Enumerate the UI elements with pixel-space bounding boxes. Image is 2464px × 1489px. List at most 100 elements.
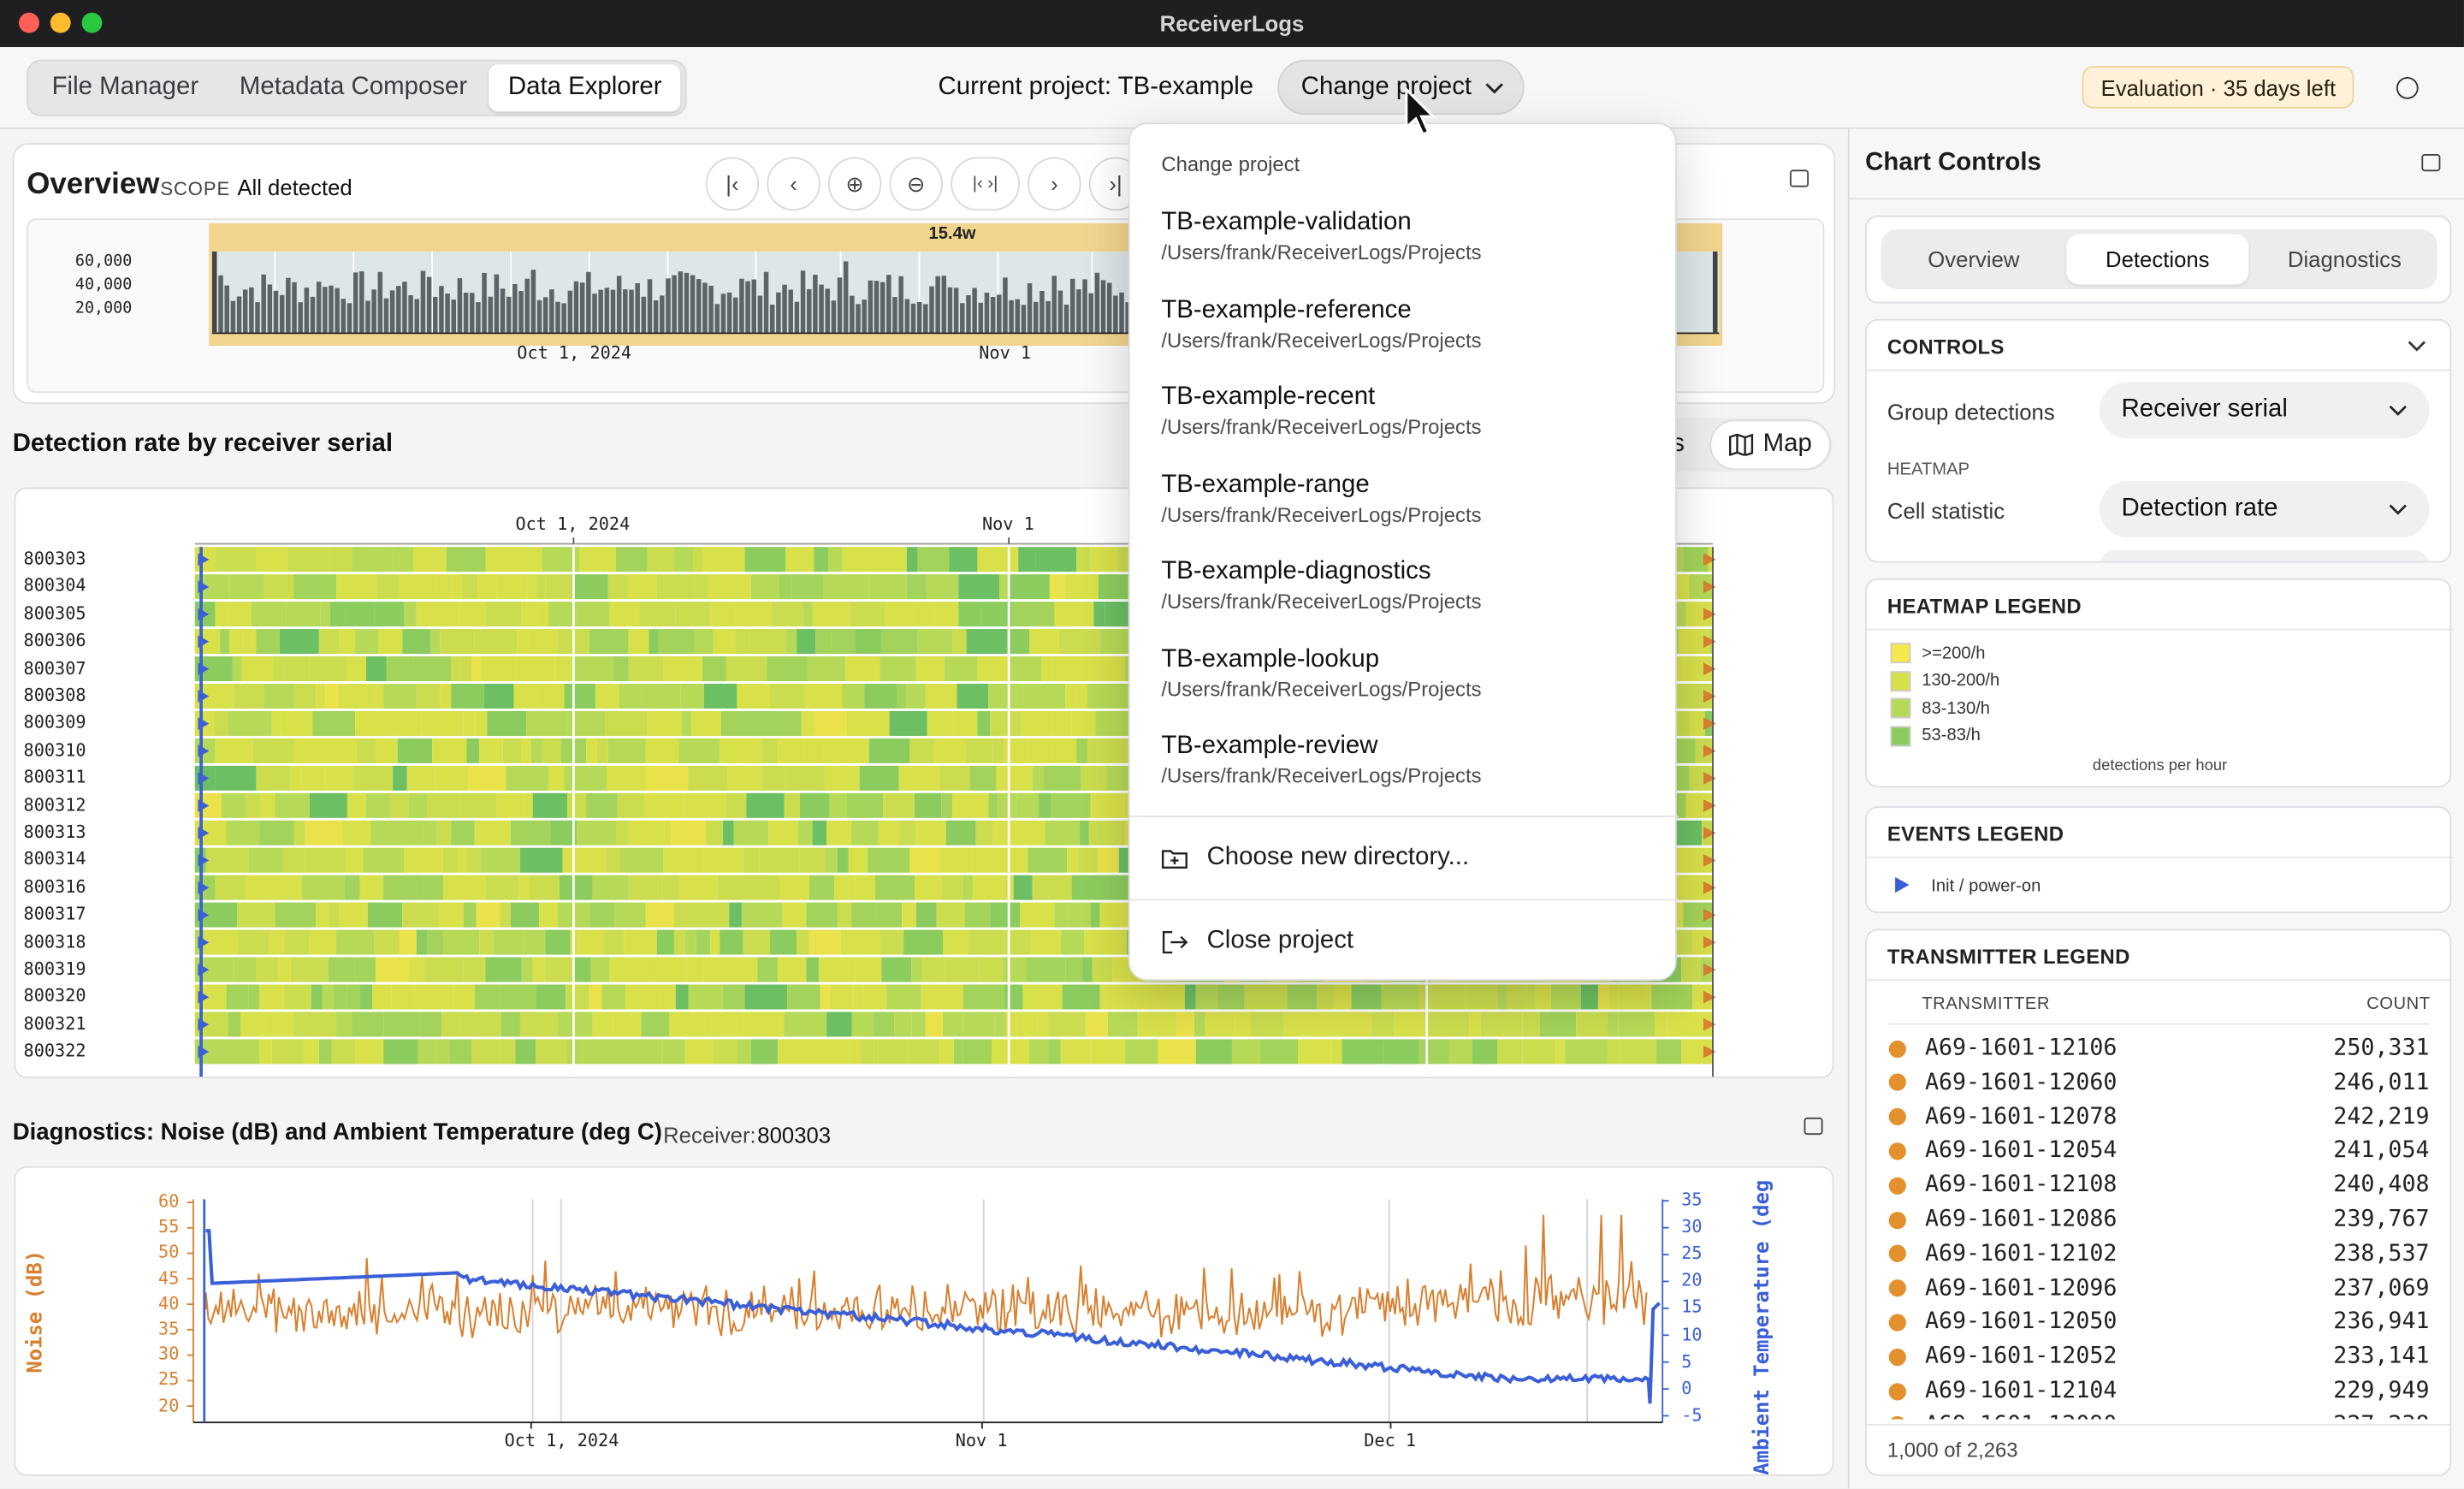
tab-detections[interactable]: Detections (2066, 234, 2249, 285)
transmitter-row[interactable]: A69-1601-12052 233,141 (1888, 1344, 2430, 1369)
histogram-bar (218, 275, 223, 334)
receiver-row-label[interactable]: 800322 (24, 1041, 86, 1061)
histogram-bar (1040, 291, 1045, 334)
tab-overview[interactable]: Overview (1881, 229, 2067, 289)
transmitter-row[interactable]: A69-1601-12108 240,408 (1888, 1173, 2430, 1198)
project-menu-item[interactable]: TB-example-diagnostics/Users/frank/Recei… (1161, 558, 1481, 613)
histogram-bar (561, 303, 566, 334)
heatmap-cell (606, 847, 621, 873)
heatmap-cell (909, 738, 933, 763)
heatmap-cell (988, 792, 998, 818)
collapse-panel-icon[interactable] (1804, 1117, 1823, 1136)
heatmap-cell (1251, 1011, 1284, 1037)
heatmap-cell (660, 984, 676, 1010)
choose-new-directory-item[interactable]: Choose new directory... (1161, 841, 1648, 875)
heatmap-cell (496, 792, 524, 818)
heatmap-cell (1317, 984, 1335, 1010)
main-nav-tabs: File Manager Metadata Composer Data Expl… (27, 59, 687, 116)
project-menu-item[interactable]: TB-example-validation/Users/frank/Receiv… (1161, 209, 1481, 264)
transmitter-row[interactable]: A69-1601-12050 236,941 (1888, 1309, 2430, 1336)
tab-diagnostics[interactable]: Diagnostics (2252, 229, 2437, 289)
collapse-panel-icon[interactable] (1790, 169, 1810, 187)
transmitter-row[interactable]: A69-1601-12054 241,054 (1888, 1138, 2430, 1164)
tab-metadata-composer[interactable]: Metadata Composer (221, 64, 486, 111)
heatmap-cell (966, 738, 993, 763)
histogram-bar (469, 293, 475, 334)
zoom-in-button[interactable]: ⊕ (827, 157, 882, 211)
minimize-window-button[interactable] (50, 12, 71, 33)
receiver-row-label[interactable]: 800314 (24, 850, 86, 870)
status-circle-icon[interactable] (2396, 76, 2419, 99)
heatmap-cell (669, 1011, 706, 1037)
histogram-bar (1057, 290, 1063, 334)
group-detections-select[interactable]: Receiver serial (2099, 382, 2430, 439)
receiver-row-label[interactable]: 800312 (24, 795, 86, 816)
next-select-partial[interactable] (2099, 549, 2430, 561)
count-column-header[interactable]: COUNT (2366, 995, 2431, 1014)
heatmap-cell (386, 656, 414, 682)
transmitter-id: A69-1601-12050 (1924, 1309, 2118, 1336)
zoom-out-button[interactable]: ⊖ (889, 157, 944, 211)
chevron-down-icon[interactable] (2408, 340, 2426, 353)
heatmap-cell (1087, 683, 1128, 709)
transmitter-row[interactable]: A69-1601-12060 246,011 (1888, 1070, 2430, 1095)
sidebar-toggle-icon[interactable] (2421, 153, 2441, 172)
receiver-row-label[interactable]: 800317 (24, 904, 86, 924)
tab-file-manager[interactable]: File Manager (33, 64, 218, 111)
histogram-bar (488, 296, 493, 334)
receiver-row-label[interactable]: 800316 (24, 877, 86, 898)
cell-statistic-select[interactable]: Detection rate (2099, 481, 2430, 538)
heatmap-cell (743, 847, 760, 873)
receiver-row-label[interactable]: 800308 (24, 685, 86, 706)
zoom-window-button[interactable] (81, 12, 103, 33)
heatmap-cell (226, 1039, 260, 1065)
fit-range-button[interactable]: |‹ ›| (951, 157, 1021, 211)
histogram-bar (880, 282, 886, 334)
go-start-button[interactable]: |‹ (705, 157, 760, 211)
heatmap-cell (722, 820, 734, 845)
receiver-row-label[interactable]: 800303 (24, 549, 86, 569)
histogram-bar (647, 279, 653, 334)
transmitter-row[interactable]: A69-1601-12102 238,537 (1888, 1241, 2430, 1267)
heatmap-cell (1029, 1039, 1049, 1065)
project-menu-item[interactable]: TB-example-recent/Users/frank/ReceiverLo… (1161, 383, 1481, 438)
transmitter-row[interactable]: A69-1601-12106 250,331 (1888, 1035, 2430, 1061)
receiver-row-label[interactable]: 800321 (24, 1013, 86, 1034)
step-back-button[interactable]: ‹ (767, 157, 820, 211)
transmitter-row[interactable]: A69-1601-12090227,238 (1888, 1413, 2430, 1420)
transmitter-row[interactable]: A69-1601-12078 242,219 (1888, 1104, 2430, 1130)
receiver-row-label[interactable]: 800319 (24, 958, 86, 979)
receiver-row-label[interactable]: 800306 (24, 631, 86, 651)
receiver-row-label[interactable]: 800318 (24, 931, 86, 952)
project-menu-item[interactable]: TB-example-range/Users/frank/ReceiverLog… (1161, 471, 1481, 525)
transmitter-count: 238,537 (2333, 1241, 2430, 1267)
receiver-row-label[interactable]: 800304 (24, 576, 86, 596)
receiver-row-label[interactable]: 800305 (24, 603, 86, 624)
map-button[interactable]: Map (1709, 419, 1831, 471)
tab-data-explorer[interactable]: Data Explorer (489, 64, 681, 112)
close-window-button[interactable] (19, 12, 39, 33)
receiver-row-label[interactable]: 800307 (24, 658, 86, 679)
transmitter-list[interactable]: A69-1601-12106 250,331 A69-1601-12060 246,0… (1867, 1026, 2449, 1420)
heatmap-cell (1098, 574, 1128, 600)
step-forward-button[interactable]: › (1028, 157, 1081, 211)
change-project-button[interactable]: Change project (1277, 59, 1525, 116)
transmitter-column-header[interactable]: TRANSMITTER (1922, 995, 2050, 1014)
transmitter-row[interactable]: A69-1601-12104 229,949 (1888, 1379, 2430, 1403)
project-menu-item[interactable]: TB-example-lookup/Users/frank/ReceiverLo… (1161, 645, 1481, 700)
transmitter-row[interactable]: A69-1601-12096 237,069 (1888, 1276, 2430, 1301)
project-menu-item[interactable]: TB-example-reference/Users/frank/Receive… (1161, 296, 1481, 351)
transmitter-row[interactable]: A69-1601-12086 239,767 (1888, 1207, 2430, 1232)
receiver-row-label[interactable]: 800313 (24, 822, 86, 843)
histogram-bar (352, 272, 358, 334)
heatmap-cell (414, 984, 454, 1010)
receiver-row-label[interactable]: 800311 (24, 768, 86, 788)
receiver-row-label[interactable]: 800310 (24, 740, 86, 761)
close-project-item[interactable]: Close project (1161, 924, 1648, 958)
heatmap-cell (513, 683, 538, 709)
receiver-row-label[interactable]: 800309 (24, 713, 86, 733)
receiver-row-label[interactable]: 800320 (24, 986, 86, 1006)
diagnostics-chart[interactable] (15, 1168, 1833, 1476)
project-menu-item[interactable]: TB-example-review/Users/frank/ReceiverLo… (1161, 733, 1481, 787)
heatmap-cell (309, 656, 347, 682)
